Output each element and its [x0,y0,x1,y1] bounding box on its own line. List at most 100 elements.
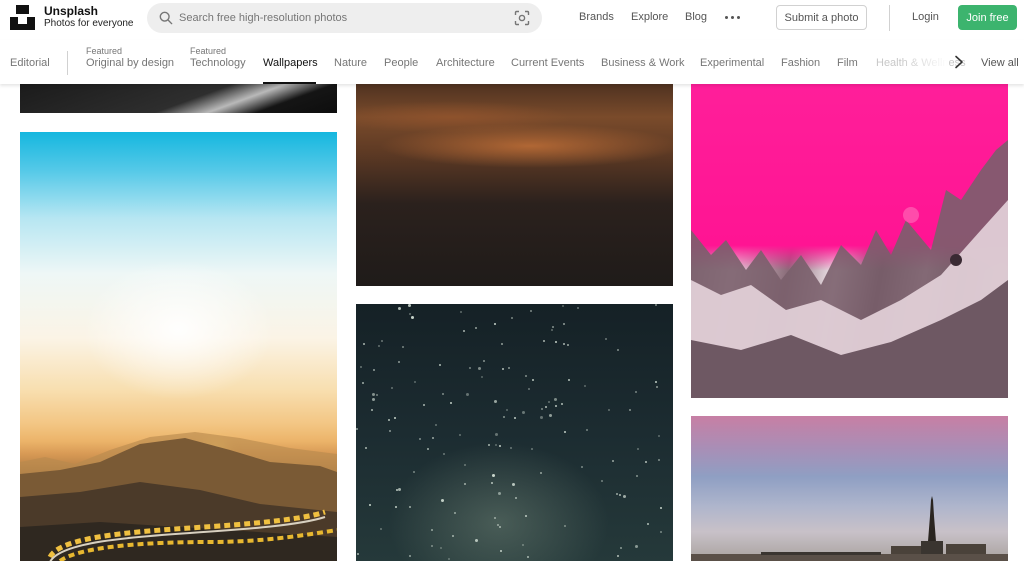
star-dot [548,401,550,403]
star-dot [601,480,603,482]
seaside-skyline-shapes [691,496,1008,561]
star-dot [373,369,375,371]
star-dot [492,474,495,477]
nav-blog-link[interactable]: Blog [685,11,707,23]
topic-film[interactable]: Film [837,57,858,69]
star-dot [460,311,462,313]
star-dot [495,444,497,446]
star-dot [629,409,631,411]
star-dot [499,526,501,528]
submit-photo-button[interactable]: Submit a photo [776,5,867,30]
star-dot [532,379,534,381]
star-dot [525,515,527,517]
star-dot [555,341,557,343]
unsplash-logo-icon[interactable] [10,5,35,30]
star-dot [635,545,638,548]
star-dot [411,316,414,319]
brand-name[interactable]: Unsplash [44,4,98,18]
star-dot [551,329,553,331]
pink-liquid-abstract-photo[interactable] [691,80,1008,398]
star-dot [381,340,383,342]
orange-clouds-photo[interactable] [356,80,673,286]
star-dot [369,504,371,506]
star-dot [459,434,461,436]
topic-people[interactable]: People [384,57,418,69]
star-dot [442,393,444,395]
star-dot [567,344,569,346]
topic-architecture[interactable]: Architecture [436,57,495,69]
star-dot [432,437,434,439]
starry-night-sky-photo[interactable] [356,304,673,561]
seaside-tower-sunset-photo[interactable] [691,416,1008,561]
desert-road-sunrise-photo[interactable] [20,132,337,561]
star-dot [525,375,527,377]
star-dot [409,506,411,508]
brand-tagline: Photos for everyone [44,18,134,29]
star-dot [656,386,658,388]
star-dot [450,402,452,404]
nav-brands-link[interactable]: Brands [579,11,614,23]
topic-editorial[interactable]: Editorial [10,57,50,69]
star-dot [512,483,515,486]
star-dot [475,539,478,542]
more-options-icon[interactable] [724,10,742,24]
star-dot [549,414,552,417]
desert-landscape-shapes [20,432,337,561]
search-input[interactable] [179,8,499,28]
star-dot [655,304,657,306]
star-dot [464,483,466,485]
topic-nav-bar: Editorial Featured Original by design Fe… [0,40,1024,84]
star-dot [431,529,433,531]
star-dot [395,506,397,508]
topic-wallpapers[interactable]: Wallpapers [263,57,318,69]
star-dot [491,482,493,484]
star-dot [658,435,660,437]
star-dot [620,547,622,549]
star-dot [543,340,545,342]
top-header: Unsplash Photos for everyone Brands Expl… [0,0,1024,36]
star-dot [617,349,619,351]
star-dot [481,376,483,378]
topic-business-work[interactable]: Business & Work [601,57,685,69]
topic-experimental[interactable]: Experimental [700,57,764,69]
star-dot [356,428,358,430]
visual-search-icon[interactable] [514,10,530,26]
star-dot [454,512,456,514]
join-free-button[interactable]: Join free [958,5,1017,30]
topic-current-events[interactable]: Current Events [511,57,584,69]
topic-original-by-design[interactable]: Featured Original by design [86,46,174,69]
nav-explore-link[interactable]: Explore [631,11,668,23]
star-dot [501,343,503,345]
star-dot [463,330,465,332]
star-dot [427,448,429,450]
star-dot [645,461,647,463]
star-dot [494,517,496,519]
topic-fashion[interactable]: Fashion [781,57,820,69]
search-bar[interactable] [147,3,542,33]
star-dot [394,417,396,419]
star-dot [511,317,513,319]
star-dot [510,447,512,449]
star-dot [419,438,421,440]
login-link[interactable]: Login [912,11,939,23]
topic-technology[interactable]: Featured Technology [190,46,246,69]
star-dot [360,366,362,368]
star-dot [494,400,497,403]
star-dot [380,528,382,530]
topic-technology-label: Technology [190,57,246,69]
chevron-right-icon[interactable] [952,55,966,69]
star-dot [506,409,508,411]
dark-abstract-photo[interactable] [20,80,337,113]
topic-original-by-design-label: Original by design [86,57,175,69]
star-dot [555,405,557,407]
star-dot [398,488,401,491]
view-all-link[interactable]: View all [981,57,1019,69]
star-dot [660,507,662,509]
liquid-drip-shapes [691,140,1008,398]
search-icon[interactable] [159,11,173,25]
topic-nature[interactable]: Nature [334,57,367,69]
star-dot [586,429,588,431]
star-dot [530,310,532,312]
star-dot [372,393,375,396]
header-divider [889,5,890,31]
